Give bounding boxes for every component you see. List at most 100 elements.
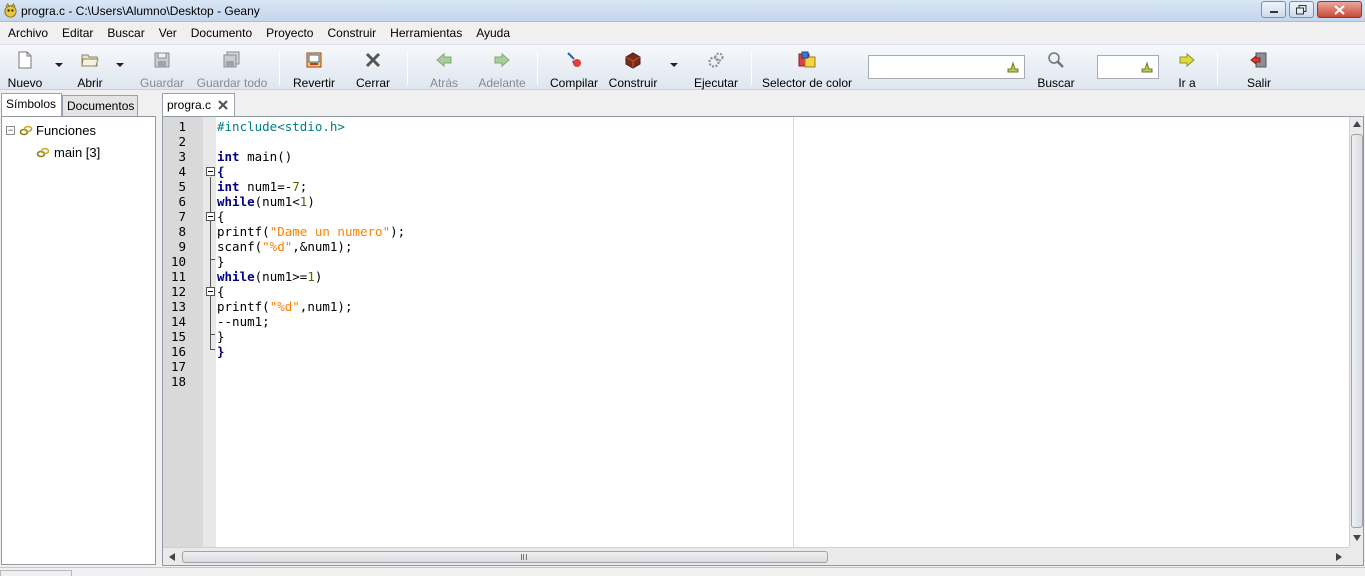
scroll-up-icon[interactable] [1353, 121, 1361, 127]
code-line: printf("Dame un numero"); [217, 224, 406, 239]
save-all-label: Guardar todo [196, 76, 268, 90]
menu-ayuda[interactable]: Ayuda [469, 23, 517, 43]
horizontal-scroll-thumb[interactable] [182, 551, 828, 563]
line-number: 1 [178, 119, 186, 134]
menu-proyecto[interactable]: Proyecto [259, 23, 320, 43]
open-button[interactable]: Abrir [74, 45, 106, 91]
code-line: } [217, 329, 225, 344]
scroll-left-icon[interactable] [169, 553, 175, 561]
tree-item-main[interactable]: main [3] [36, 145, 100, 160]
close-tab-icon[interactable] [217, 99, 229, 111]
close-file-label: Cerrar [355, 76, 390, 90]
save-all-icon [223, 51, 240, 68]
build-button[interactable]: Construir [606, 45, 660, 91]
build-dropdown-arrow[interactable] [670, 63, 678, 67]
search-input[interactable] [868, 55, 1025, 79]
tree-group-functions[interactable]: − Funciones [6, 123, 96, 138]
code-line: --num1; [217, 314, 270, 329]
minimize-button[interactable] [1261, 1, 1286, 18]
save-icon [154, 52, 170, 68]
quit-button[interactable]: Salir [1244, 45, 1274, 91]
tab-symbols-label: Símbolos [6, 97, 57, 111]
line-number-gutter: 1 2 3 4 5 6 7 8 9 10 11 12 13 14 15 16 1… [163, 117, 203, 547]
quit-label: Salir [1246, 76, 1271, 90]
scroll-right-icon[interactable] [1336, 553, 1342, 561]
clear-goto-icon[interactable] [1140, 60, 1154, 74]
code-line: } [217, 254, 225, 269]
line-number: 12 [170, 284, 186, 299]
toolbar-separator [1217, 51, 1218, 85]
new-label: Nuevo [7, 76, 43, 90]
goto-line-input[interactable] [1097, 55, 1159, 79]
collapse-icon[interactable]: − [6, 126, 15, 135]
open-dropdown-arrow[interactable] [116, 63, 124, 67]
code-line: int main() [217, 149, 293, 164]
maximize-button[interactable] [1289, 1, 1314, 18]
horizontal-scrollbar[interactable] [163, 547, 1349, 565]
vertical-scroll-thumb[interactable] [1351, 134, 1363, 528]
toolbar-separator [751, 51, 752, 85]
restore-icon [1296, 4, 1307, 14]
line-number: 3 [178, 149, 186, 164]
tab-progra-c[interactable]: progra.c [162, 93, 235, 116]
arrow-left-icon [436, 52, 452, 68]
tab-symbols[interactable]: Símbolos [1, 93, 62, 116]
line-number: 5 [178, 179, 186, 194]
menu-buscar[interactable]: Buscar [100, 23, 151, 43]
goto-button[interactable]: Ir a [1172, 45, 1202, 91]
menu-herramientas[interactable]: Herramientas [383, 23, 469, 43]
compile-button[interactable]: Compilar [547, 45, 601, 91]
forward-label: Adelante [478, 76, 526, 90]
code-line: { [217, 164, 225, 179]
line-number: 13 [170, 299, 186, 314]
vertical-scrollbar[interactable] [1349, 117, 1363, 547]
fold-line [210, 177, 211, 349]
fold-toggle-icon[interactable] [206, 212, 215, 221]
tree-item-label: main [3] [54, 145, 101, 160]
line-number: 16 [170, 344, 186, 359]
run-button[interactable]: Ejecutar [693, 45, 739, 91]
fold-toggle-icon[interactable] [206, 167, 215, 176]
forward-button[interactable]: Adelante [476, 45, 528, 91]
tab-documents[interactable]: Documentos [62, 95, 138, 116]
new-dropdown-arrow[interactable] [55, 63, 63, 67]
save-label: Guardar [139, 76, 185, 90]
search-button[interactable]: Buscar [1036, 45, 1076, 91]
line-number: 7 [178, 209, 186, 224]
line-number: 11 [170, 269, 186, 284]
clear-search-icon[interactable] [1006, 60, 1020, 74]
open-label: Abrir [77, 76, 103, 90]
code-editor[interactable]: 1 2 3 4 5 6 7 8 9 10 11 12 13 14 15 16 1… [162, 116, 1364, 566]
arrow-right-icon [494, 52, 510, 68]
new-button[interactable]: Nuevo [6, 45, 44, 91]
fold-toggle-icon[interactable] [206, 287, 215, 296]
search-label: Buscar [1037, 76, 1075, 90]
long-line-marker [793, 117, 794, 547]
close-file-button[interactable]: Cerrar [354, 45, 392, 91]
compile-label: Compilar [549, 76, 598, 90]
toolbar: Nuevo Abrir Guardar Guardar todo Reverti… [0, 44, 1365, 90]
menu-construir[interactable]: Construir [320, 23, 383, 43]
window-title: progra.c - C:\Users\Alumno\Desktop - Gea… [21, 4, 260, 18]
save-button[interactable]: Guardar [139, 45, 185, 91]
color-picker-icon [798, 51, 816, 68]
magnifier-icon [1048, 52, 1064, 68]
line-number: 18 [170, 374, 186, 389]
color-picker-button[interactable]: Selector de color [761, 45, 853, 91]
symbols-panel: − Funciones main [3] [1, 116, 156, 565]
new-file-icon [18, 51, 32, 69]
scroll-down-icon[interactable] [1353, 535, 1361, 541]
menu-documento[interactable]: Documento [184, 23, 259, 43]
revert-icon [306, 52, 322, 68]
menu-archivo[interactable]: Archivo [0, 23, 55, 43]
back-button[interactable]: Atrás [427, 45, 461, 91]
menu-editar[interactable]: Editar [55, 23, 100, 43]
function-icon [36, 147, 50, 157]
scroll-grip [521, 554, 527, 560]
fold-end [210, 259, 215, 260]
save-all-button[interactable]: Guardar todo [195, 45, 269, 91]
revert-button[interactable]: Revertir [291, 45, 337, 91]
title-bar: progra.c - C:\Users\Alumno\Desktop - Gea… [0, 0, 1365, 22]
menu-ver[interactable]: Ver [152, 23, 184, 43]
close-window-button[interactable] [1317, 1, 1362, 18]
